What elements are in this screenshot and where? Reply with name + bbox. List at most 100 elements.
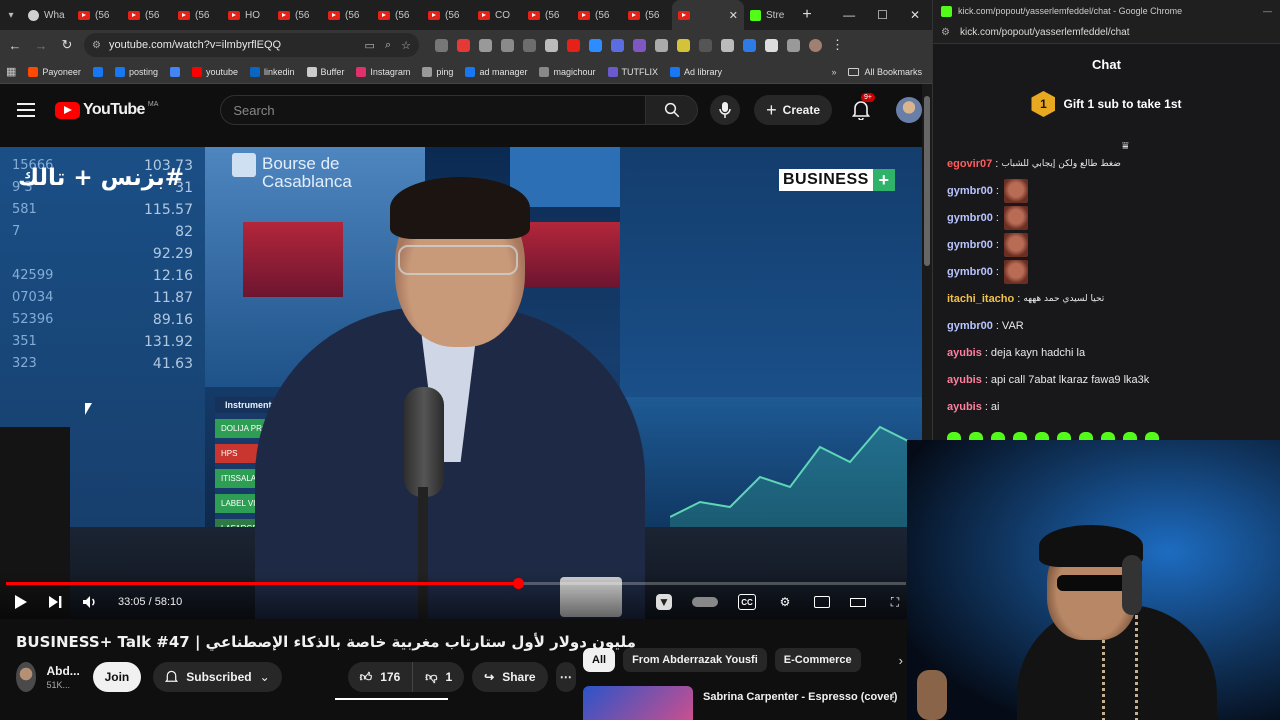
share-button[interactable]: ↪ Share xyxy=(472,662,548,692)
recommended-thumbnail[interactable] xyxy=(583,686,693,720)
maximize-icon[interactable]: ☐ xyxy=(877,8,888,22)
bookmark-item[interactable]: Payoneer xyxy=(28,66,81,77)
channel-avatar[interactable] xyxy=(16,662,37,692)
extension-icon[interactable] xyxy=(523,38,536,52)
chat-username[interactable]: gymbr00 xyxy=(947,185,993,197)
bookmark-item[interactable]: ad manager xyxy=(465,66,527,77)
like-button[interactable]: 👍︎ 176 xyxy=(347,662,414,692)
miniplayer-icon[interactable] xyxy=(814,596,830,608)
gift-leaderboard-row[interactable]: 1 Gift 1 sub to take 1st xyxy=(933,84,1280,124)
browser-tab[interactable]: ✕ xyxy=(672,0,744,30)
channel-info[interactable]: Abd... 51K... xyxy=(46,664,80,690)
chevron-right-icon[interactable]: › xyxy=(899,653,903,668)
search-input[interactable]: Search xyxy=(220,95,647,125)
chat-username[interactable]: itachi_itacho xyxy=(947,293,1014,305)
recommended-title[interactable]: Sabrina Carpenter - Espresso (cover) xyxy=(703,690,897,720)
bookmark-item[interactable]: ping xyxy=(422,66,453,77)
site-info-icon[interactable]: ⚙ xyxy=(92,40,101,51)
bookmarks-overflow-icon[interactable]: » xyxy=(831,67,836,77)
extension-icon[interactable] xyxy=(611,38,624,52)
reload-icon[interactable]: ↻ xyxy=(58,37,76,53)
chat-username[interactable]: ayubis xyxy=(947,374,982,386)
close-window-icon[interactable]: ✕ xyxy=(910,8,920,22)
extension-icon[interactable] xyxy=(633,38,646,52)
browser-tab[interactable]: Stre xyxy=(744,0,794,30)
create-button[interactable]: + Create xyxy=(754,95,833,125)
more-actions-button[interactable]: ⋯ xyxy=(555,662,577,692)
chat-username[interactable]: ayubis xyxy=(947,401,982,413)
youtube-logo[interactable]: YouTube MA xyxy=(54,101,158,119)
subscribed-button[interactable]: Subscribed ⌄ xyxy=(153,662,282,692)
browser-tab[interactable]: (56 xyxy=(172,0,222,30)
filter-chip[interactable]: All xyxy=(583,648,616,672)
filter-chip[interactable]: From Abderrazak Yousfi xyxy=(623,648,767,672)
bookmark-item[interactable]: Ad library xyxy=(670,66,722,77)
bookmark-item[interactable]: TUTFLIX xyxy=(607,66,658,77)
zoom-icon[interactable]: ⌕ xyxy=(385,39,391,52)
autoplay-toggle[interactable] xyxy=(692,597,718,607)
next-icon[interactable] xyxy=(48,595,62,609)
fullscreen-icon[interactable]: ⛶ xyxy=(886,594,904,610)
browser-tab[interactable]: (56 xyxy=(122,0,172,30)
site-info-icon[interactable]: ⚙ xyxy=(941,27,950,38)
chat-username[interactable]: gymbr00 xyxy=(947,239,993,251)
theater-mode-icon[interactable] xyxy=(850,597,866,607)
settings-gear-icon[interactable]: ⚙ xyxy=(776,594,794,610)
bookmark-item[interactable]: Buffer xyxy=(306,66,344,77)
volume-icon[interactable] xyxy=(82,595,98,609)
chat-username[interactable]: gymbr00 xyxy=(947,320,993,332)
dislike-button[interactable]: 👎︎ 1 xyxy=(413,662,465,692)
browser-tab[interactable]: (56 xyxy=(622,0,672,30)
minimize-icon[interactable]: — xyxy=(1263,6,1272,16)
close-tab-icon[interactable]: ✕ xyxy=(729,9,738,22)
video-menu-icon[interactable]: ⋮ xyxy=(887,690,899,704)
search-button[interactable] xyxy=(646,95,699,125)
extension-icon[interactable] xyxy=(457,38,470,52)
bookmark-item[interactable]: Instagram xyxy=(356,66,410,77)
extension-icon[interactable] xyxy=(501,38,514,52)
browser-tab[interactable]: (56 xyxy=(372,0,422,30)
voice-search-button[interactable] xyxy=(710,95,741,125)
browser-tab[interactable]: CO xyxy=(472,0,522,30)
extension-icon[interactable] xyxy=(589,38,602,52)
browser-tab[interactable]: (56 xyxy=(522,0,572,30)
browser-tab[interactable]: (56 xyxy=(572,0,622,30)
browser-tab[interactable]: (56 xyxy=(322,0,372,30)
extensions-puzzle-icon[interactable] xyxy=(765,38,778,52)
forward-icon[interactable]: → xyxy=(32,38,50,53)
scrubber-handle[interactable] xyxy=(512,578,524,589)
join-button[interactable]: Join xyxy=(92,662,142,692)
extension-icon[interactable] xyxy=(545,38,558,52)
reading-list-icon[interactable] xyxy=(787,38,800,52)
captions-icon[interactable]: CC xyxy=(738,594,756,610)
bookmark-item[interactable]: posting xyxy=(114,66,158,77)
extension-icon[interactable] xyxy=(699,38,712,52)
chat-username[interactable]: ayubis xyxy=(947,347,982,359)
account-avatar[interactable] xyxy=(896,97,922,123)
extension-icon[interactable] xyxy=(479,38,492,52)
notifications-button[interactable]: 9+ xyxy=(851,93,875,121)
progress-bar[interactable] xyxy=(6,578,906,589)
scrollbar-thumb[interactable] xyxy=(924,96,930,266)
tab-search-icon[interactable]: ▾ xyxy=(0,0,22,30)
chat-username[interactable]: egovir07 xyxy=(947,158,992,170)
recommended-video[interactable]: Sabrina Carpenter - Espresso (cover) ⋮ xyxy=(583,686,905,720)
all-bookmarks-button[interactable]: All Bookmarks xyxy=(848,67,926,77)
browser-menu-icon[interactable]: ⋮ xyxy=(831,37,844,53)
shield-extension-icon[interactable]: ▼ xyxy=(656,594,672,610)
extension-icon[interactable] xyxy=(435,38,448,52)
apps-grid-icon[interactable]: ▦ xyxy=(6,65,16,78)
bookmark-item[interactable] xyxy=(169,66,180,77)
extension-icon[interactable] xyxy=(721,38,734,52)
profile-avatar-icon[interactable] xyxy=(809,38,822,52)
chat-username[interactable]: gymbr00 xyxy=(947,212,993,224)
extension-icon[interactable] xyxy=(655,38,668,52)
bookmark-star-icon[interactable]: ☆ xyxy=(401,39,411,52)
extension-icon[interactable] xyxy=(677,38,690,52)
browser-tab[interactable]: HO xyxy=(222,0,272,30)
chat-address-bar[interactable]: ⚙ kick.com/popout/yasserlemfeddel/chat xyxy=(933,22,1280,44)
browser-tab[interactable]: Wha xyxy=(22,0,72,30)
extension-icon[interactable] xyxy=(567,38,580,52)
bookmark-item[interactable]: magichour xyxy=(539,66,596,77)
chat-username[interactable]: gymbr00 xyxy=(947,266,993,278)
